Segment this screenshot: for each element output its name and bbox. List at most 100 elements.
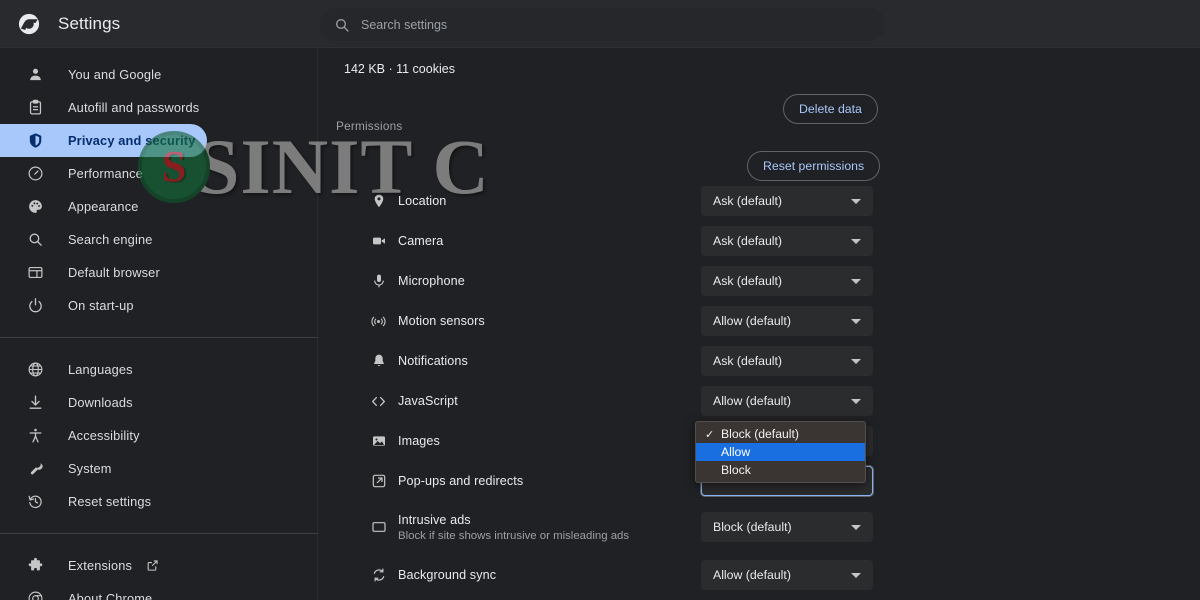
sync-icon bbox=[370, 567, 387, 584]
permission-select-background-sync[interactable]: Allow (default) bbox=[701, 560, 873, 590]
history-restore-icon bbox=[26, 493, 44, 511]
permission-label: Intrusive ads bbox=[398, 512, 471, 527]
dropdown-option-label: Allow bbox=[721, 445, 751, 459]
permission-dropdown-menu[interactable]: ✓ Block (default) Allow Block bbox=[695, 421, 866, 483]
wrench-icon bbox=[26, 460, 44, 478]
sidebar-item-label: Reset settings bbox=[68, 494, 152, 509]
dropdown-option-label: Block bbox=[721, 463, 751, 477]
permission-label: Motion sensors bbox=[398, 314, 485, 328]
permission-label-wrap: Location bbox=[398, 194, 446, 208]
sidebar-item-label: Autofill and passwords bbox=[68, 100, 200, 115]
sidebar-item-extensions[interactable]: Extensions bbox=[0, 549, 207, 582]
permission-select-intrusive-ads[interactable]: Block (default) bbox=[701, 512, 873, 542]
sidebar-item-privacy-and-security[interactable]: Privacy and security bbox=[0, 124, 207, 157]
person-icon bbox=[26, 66, 44, 84]
sidebar-item-label: About Chrome bbox=[68, 591, 153, 600]
permission-label: Pop-ups and redirects bbox=[398, 474, 524, 488]
permission-select-value: Ask (default) bbox=[713, 274, 783, 288]
chevron-down-icon bbox=[851, 572, 861, 578]
dropdown-option-label: Block (default) bbox=[721, 427, 799, 441]
permission-label-wrap: Motion sensors bbox=[398, 314, 485, 328]
chevron-down-icon bbox=[851, 238, 861, 244]
sidebar-item-performance[interactable]: Performance bbox=[0, 157, 207, 190]
permission-row-location: Location Ask (default) bbox=[318, 181, 1200, 221]
sidebar-item-search-engine[interactable]: Search engine bbox=[0, 223, 207, 256]
checkmark-icon: ✓ bbox=[705, 428, 715, 441]
permission-label-wrap: Images bbox=[398, 434, 440, 448]
palette-icon bbox=[26, 198, 44, 216]
sidebar-item-autofill-and-passwords[interactable]: Autofill and passwords bbox=[0, 91, 207, 124]
sidebar-item-appearance[interactable]: Appearance bbox=[0, 190, 207, 223]
sidebar-item-system[interactable]: System bbox=[0, 452, 207, 485]
page-title: Settings bbox=[58, 13, 121, 33]
sidebar-item-downloads[interactable]: Downloads bbox=[0, 386, 207, 419]
permission-select-value: Ask (default) bbox=[713, 234, 783, 248]
dropdown-option-block[interactable]: Block bbox=[696, 461, 865, 479]
dropdown-option-block-default[interactable]: ✓ Block (default) bbox=[696, 425, 865, 443]
permission-select-value: Allow (default) bbox=[713, 568, 791, 582]
open-in-new-icon bbox=[370, 473, 387, 490]
search-input[interactable] bbox=[361, 17, 885, 32]
chevron-down-icon bbox=[851, 318, 861, 324]
settings-window: Settings You and Google bbox=[0, 0, 1200, 600]
sidebar-item-label: Search engine bbox=[68, 232, 153, 247]
permission-label: Images bbox=[398, 434, 440, 448]
permission-select-camera[interactable]: Ask (default) bbox=[701, 226, 873, 256]
permission-label-wrap: Background sync bbox=[398, 568, 496, 582]
bell-icon bbox=[370, 353, 387, 370]
sidebar-item-reset-settings[interactable]: Reset settings bbox=[0, 485, 207, 518]
camera-icon bbox=[370, 233, 387, 250]
permission-select-location[interactable]: Ask (default) bbox=[701, 186, 873, 216]
accessibility-icon bbox=[26, 427, 44, 445]
shield-icon bbox=[26, 132, 44, 150]
permission-label-wrap: Camera bbox=[398, 234, 443, 248]
sidebar-item-label: Extensions bbox=[68, 558, 133, 573]
delete-data-button[interactable]: Delete data bbox=[783, 94, 878, 124]
sidebar-item-label: Privacy and security bbox=[68, 133, 196, 148]
sidebar-item-accessibility[interactable]: Accessibility bbox=[0, 419, 207, 452]
sidebar-item-label: Appearance bbox=[68, 199, 139, 214]
dropdown-option-allow[interactable]: Allow bbox=[696, 443, 865, 461]
permission-select-microphone[interactable]: Ask (default) bbox=[701, 266, 873, 296]
clipboard-icon bbox=[26, 99, 44, 117]
chevron-down-icon bbox=[851, 398, 861, 404]
search-box[interactable] bbox=[320, 8, 885, 41]
sidebar-item-label: On start-up bbox=[68, 298, 134, 313]
sidebar-item-about-chrome[interactable]: About Chrome bbox=[0, 582, 207, 600]
permission-select-value: Ask (default) bbox=[713, 354, 783, 368]
location-pin-icon bbox=[370, 193, 387, 210]
sidebar-item-default-browser[interactable]: Default browser bbox=[0, 256, 207, 289]
cookies-usage-row: 142 KB · 11 cookies Delete data bbox=[318, 48, 1200, 124]
sidebar-item-label: Default browser bbox=[68, 265, 160, 280]
chrome-outline-icon bbox=[26, 590, 44, 600]
permission-row-javascript: JavaScript Allow (default) bbox=[318, 381, 1200, 421]
permission-label: Camera bbox=[398, 234, 444, 248]
sidebar-item-label: Downloads bbox=[68, 395, 133, 410]
permission-row-camera: Camera Ask (default) bbox=[318, 221, 1200, 261]
microphone-icon bbox=[370, 273, 387, 290]
globe-icon bbox=[26, 361, 44, 379]
reset-permissions-button[interactable]: Reset permissions bbox=[747, 151, 881, 181]
sidebar-item-you-and-google[interactable]: You and Google bbox=[0, 58, 207, 91]
permission-select-motion-sensors[interactable]: Allow (default) bbox=[701, 306, 873, 336]
chevron-down-icon bbox=[851, 198, 861, 204]
chevron-down-icon bbox=[851, 278, 861, 284]
sidebar-item-on-start-up[interactable]: On start-up bbox=[0, 289, 207, 322]
cookies-usage-text: 142 KB · 11 cookies bbox=[344, 62, 455, 76]
permission-select-javascript[interactable]: Allow (default) bbox=[701, 386, 873, 416]
permission-label: JavaScript bbox=[398, 394, 458, 408]
permission-sublabel: Block if site shows intrusive or mislead… bbox=[398, 529, 630, 542]
sidebar: You and Google Autofill and passwords Pr… bbox=[0, 48, 318, 600]
permission-select-value: Allow (default) bbox=[713, 314, 791, 328]
permission-label: Microphone bbox=[398, 274, 465, 288]
search-icon bbox=[334, 17, 350, 33]
permissions-section-title: Permissions bbox=[336, 119, 403, 133]
permission-select-notifications[interactable]: Ask (default) bbox=[701, 346, 873, 376]
sidebar-item-languages[interactable]: Languages bbox=[0, 353, 207, 386]
ad-window-icon bbox=[370, 519, 387, 536]
power-icon bbox=[26, 297, 44, 315]
chevron-down-icon bbox=[851, 524, 861, 530]
permission-label-wrap: JavaScript bbox=[398, 394, 458, 408]
